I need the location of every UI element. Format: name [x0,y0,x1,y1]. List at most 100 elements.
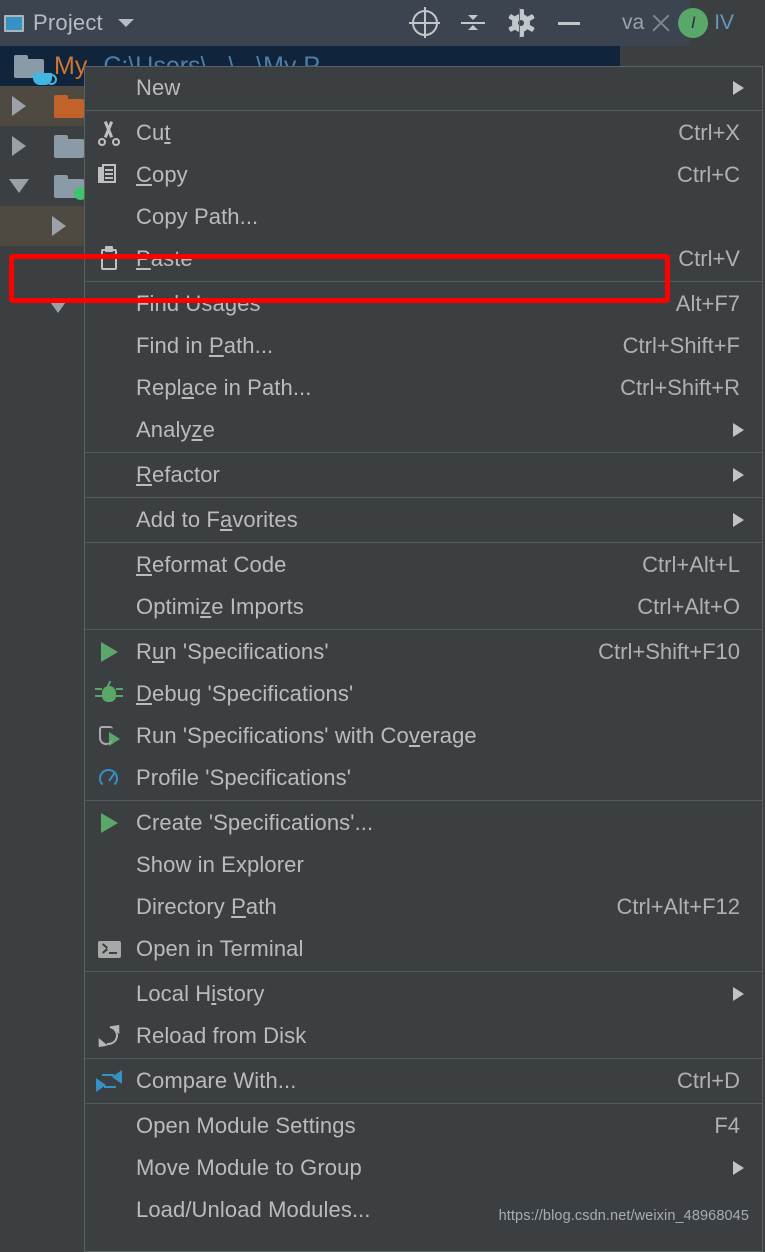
submenu-arrow-icon[interactable] [733,513,744,527]
menu-item-shortcut: Alt+F7 [675,291,740,316]
menu-item-create-specifications[interactable]: Create 'Specifications'... [85,802,762,844]
menu-item-reformat-code[interactable]: Reformat Code Ctrl+Alt+L [85,544,762,586]
menu-separator [85,281,762,282]
menu-item-label: Move Module to Group [136,1155,362,1180]
menu-separator [85,542,762,543]
menu-item-paste[interactable]: Paste Ctrl+V [85,238,762,280]
menu-item-label: New [136,75,181,100]
expand-arrow-icon[interactable] [12,96,26,116]
cut-icon [96,120,122,146]
project-panel-title-group[interactable]: Project [0,10,134,36]
menu-item-label: Open in Terminal [136,936,304,961]
close-icon[interactable] [650,12,672,34]
settings-gear-icon[interactable] [507,9,535,37]
menu-item-label: Find in Path... [136,333,274,358]
terminal-icon [96,936,122,962]
menu-item-add-to-favorites[interactable]: Add to Favorites [85,499,762,541]
project-tool-window-header: Project [0,0,690,46]
menu-item-shortcut: Ctrl+Alt+O [637,594,740,619]
menu-item-label: Refactor [136,462,220,487]
paste-icon [96,246,122,272]
menu-item-new[interactable]: New [85,67,762,109]
menu-separator [85,629,762,630]
menu-item-shortcut: Ctrl+Shift+R [620,375,740,400]
folder-gray-source-icon [54,174,87,200]
menu-item-label: Paste [136,246,193,271]
menu-item-label: Load/Unload Modules... [136,1197,371,1222]
locate-target-icon[interactable] [409,7,440,38]
menu-item-replace-in-path[interactable]: Replace in Path... Ctrl+Shift+R [85,367,762,409]
menu-item-analyze[interactable]: Analyze [85,409,762,451]
debug-icon [95,680,123,707]
menu-item-run-specifications[interactable]: Run 'Specifications' Ctrl+Shift+F10 [85,631,762,673]
submenu-arrow-icon[interactable] [733,1161,744,1175]
menu-item-label: Reformat Code [136,552,287,577]
expand-arrow-icon[interactable] [52,216,66,236]
menu-item-label: Compare With... [136,1068,297,1093]
minimize-icon[interactable] [556,10,582,36]
menu-item-label: Copy Path... [136,204,259,229]
menu-item-shortcut: Ctrl+Shift+F [622,333,740,358]
menu-item-open-module-settings[interactable]: Open Module Settings F4 [85,1105,762,1147]
menu-item-label: Run 'Specifications' [136,639,329,664]
menu-item-shortcut: Ctrl+V [678,246,740,271]
expand-arrow-icon[interactable] [12,136,26,156]
menu-item-local-history[interactable]: Local History [85,973,762,1015]
menu-item-compare-with[interactable]: Compare With... Ctrl+D [85,1060,762,1102]
submenu-arrow-icon[interactable] [733,468,744,482]
menu-item-reload-from-disk[interactable]: Reload from Disk [85,1015,762,1057]
profile-icon [96,765,122,791]
reload-icon [94,1020,124,1052]
menu-item-copy-path[interactable]: Copy Path... [85,196,762,238]
menu-item-profile-specifications[interactable]: Profile 'Specifications' [85,757,762,799]
context-menu[interactable]: New Cut Ctrl+X Copy Ctrl+C Copy Path... Paste C… [84,66,763,1252]
menu-item-label: Create 'Specifications'... [136,810,374,835]
menu-item-open-in-terminal[interactable]: Open in Terminal [85,928,762,970]
menu-item-directory-path[interactable]: Directory Path Ctrl+Alt+F12 [85,886,762,928]
menu-item-label: Open Module Settings [136,1113,356,1138]
submenu-arrow-icon[interactable] [733,423,744,437]
menu-item-shortcut: Ctrl+X [678,120,740,145]
menu-item-shortcut: Ctrl+D [677,1068,740,1093]
project-window-icon [4,14,24,32]
collapse-arrow-icon[interactable] [9,179,29,193]
menu-item-shortcut: F4 [714,1113,740,1138]
menu-item-label: Analyze [136,417,215,442]
menu-item-label: Local History [136,981,265,1006]
coverage-icon [96,723,122,749]
chevron-down-icon[interactable] [117,19,134,27]
editor-tab[interactable]: va I IV [622,0,734,46]
menu-item-find-usages[interactable]: Find Usages Alt+F7 [85,283,762,325]
menu-item-run-specifications-with-coverage[interactable]: Run 'Specifications' with Coverage [85,715,762,757]
submenu-arrow-icon[interactable] [733,987,744,1001]
toolbar-divider [519,8,520,38]
menu-item-cut[interactable]: Cut Ctrl+X [85,112,762,154]
menu-item-find-in-path[interactable]: Find in Path... Ctrl+Shift+F [85,325,762,367]
menu-item-copy[interactable]: Copy Ctrl+C [85,154,762,196]
editor-tab-label: va [622,11,645,34]
menu-item-label: Directory Path [136,894,277,919]
menu-item-move-module-to-group[interactable]: Move Module to Group [85,1147,762,1189]
compare-icon [96,1068,122,1094]
menu-item-label: Optimize Imports [136,594,304,619]
toolbar-icon-group [409,0,582,46]
menu-item-refactor[interactable]: Refactor [85,454,762,496]
menu-item-label: Show in Explorer [136,852,304,877]
avatar[interactable]: I [678,8,709,38]
menu-item-optimize-imports[interactable]: Optimize Imports Ctrl+Alt+O [85,586,762,628]
menu-separator [85,497,762,498]
submenu-arrow-icon[interactable] [733,81,744,95]
menu-item-label: Run 'Specifications' with Coverage [136,723,477,748]
edge-text: IV [714,11,735,34]
page-title: Project [33,10,103,35]
menu-separator [85,110,762,111]
menu-item-label: Add to Favorites [136,507,298,532]
menu-separator [85,1058,762,1059]
collapse-all-icon[interactable] [460,10,486,36]
menu-item-shortcut: Ctrl+Alt+F12 [616,894,741,919]
menu-item-debug-specifications[interactable]: Debug 'Specifications' [85,673,762,715]
menu-item-show-in-explorer[interactable]: Show in Explorer [85,844,762,886]
collapse-arrow-icon[interactable] [48,299,68,313]
menu-item-shortcut: Ctrl+Shift+F10 [598,639,740,664]
project-root-label: My [54,51,88,80]
